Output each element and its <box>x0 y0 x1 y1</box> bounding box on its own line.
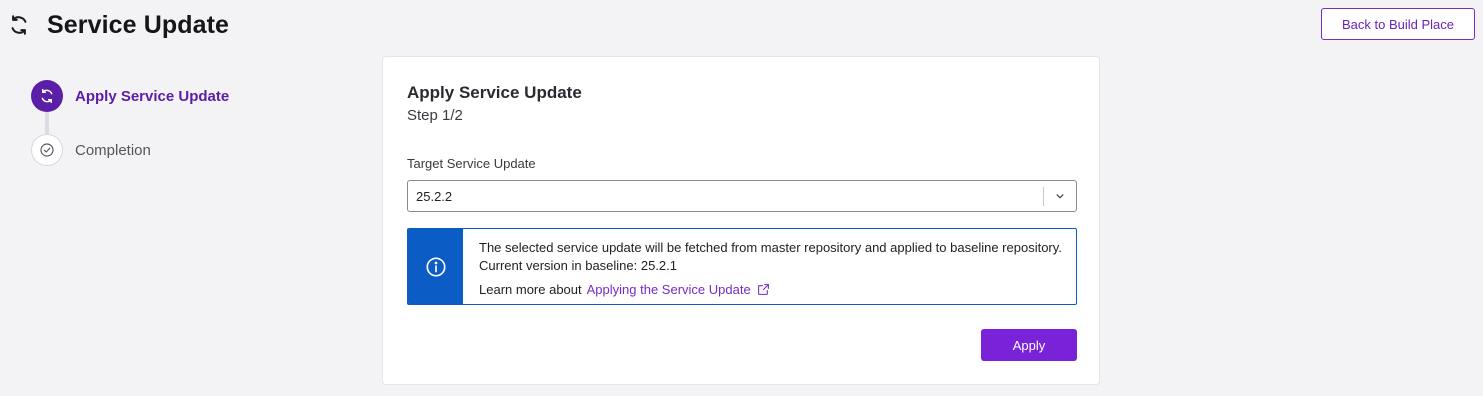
page-header: Service Update <box>8 8 229 42</box>
info-message: The selected service update will be fetc… <box>479 239 1062 275</box>
chevron-down-icon[interactable] <box>1053 189 1067 203</box>
step-completion[interactable]: Completion <box>31 134 151 166</box>
target-service-update-select[interactable]: 25.2.2 <box>407 180 1077 212</box>
external-link-icon[interactable] <box>757 283 770 296</box>
step-indicator-active <box>31 80 63 112</box>
apply-service-update-card: Apply Service Update Step 1/2 Target Ser… <box>382 56 1100 385</box>
info-message-line2: Current version in baseline: 25.2.1 <box>479 258 678 273</box>
learn-more-prefix: Learn more about <box>479 282 582 297</box>
card-subtitle: Step 1/2 <box>407 107 463 124</box>
applying-service-update-link[interactable]: Applying the Service Update <box>587 282 751 297</box>
select-value: 25.2.2 <box>416 189 453 204</box>
step-label: Completion <box>75 141 151 159</box>
check-circle-icon <box>39 142 55 158</box>
step-connector <box>45 112 49 134</box>
page-title: Service Update <box>47 10 230 39</box>
back-to-build-place-button[interactable]: Back to Build Place <box>1321 8 1475 40</box>
step-indicator-pending <box>31 134 63 166</box>
card-title: Apply Service Update <box>407 83 582 102</box>
select-divider <box>1043 187 1044 206</box>
info-notification: The selected service update will be fetc… <box>407 228 1077 305</box>
info-icon <box>425 256 447 278</box>
target-service-update-label: Target Service Update <box>407 156 536 171</box>
sync-icon <box>39 88 55 104</box>
step-label: Apply Service Update <box>75 87 230 105</box>
learn-more: Learn more about Applying the Service Up… <box>479 282 770 297</box>
sync-icon <box>8 14 30 36</box>
step-apply-service-update[interactable]: Apply Service Update <box>31 80 229 112</box>
info-message-line1: The selected service update will be fetc… <box>479 240 1062 255</box>
apply-button[interactable]: Apply <box>981 329 1077 361</box>
info-stripe <box>408 229 463 304</box>
